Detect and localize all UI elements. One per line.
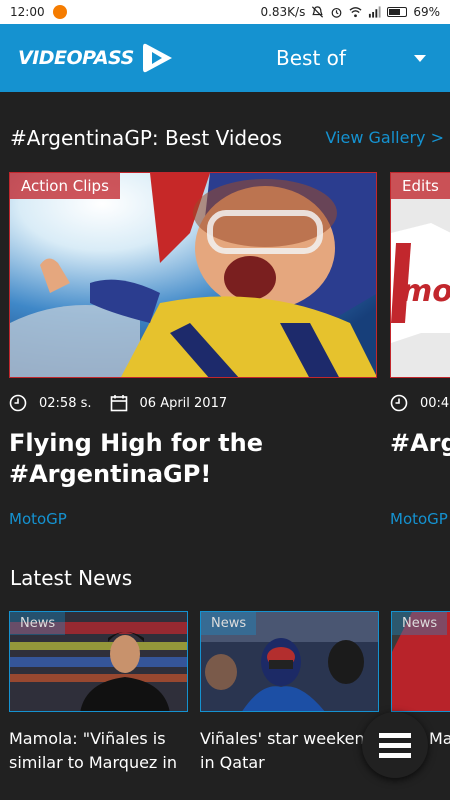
latest-news-title: Latest News [10,566,133,590]
video-title[interactable]: Flying High for the #ArgentinaGP! [9,428,369,490]
video-card[interactable]: Action Clips 02:58 s. 06 April 2017 Flyi… [9,172,379,542]
category-tag: Edits [391,173,450,199]
video-card[interactable]: mo Edits 00:46 #Arge MotoGP [390,172,450,542]
news-tag: News [10,612,66,635]
play-logo-icon [142,43,172,73]
gallery-title: #ArgentinaGP: Best Videos [10,126,283,150]
wifi-icon [349,7,362,18]
clock-icon [9,394,27,412]
video-category[interactable]: MotoGP [390,510,448,528]
video-title[interactable]: #Arge [390,428,450,459]
section-label: Best of [276,46,346,70]
network-speed: 0.83K/s [260,5,306,19]
menu-icon [379,732,411,758]
news-title[interactable]: Mamola: "Viñales is similar to Marquez i… [9,727,188,775]
notification-icon [52,5,67,19]
battery-icon [387,7,408,17]
video-thumbnail[interactable]: Action Clips [9,172,377,378]
news-tag: News [201,612,257,635]
news-thumbnail[interactable]: News [391,611,450,712]
status-bar: 12:00 0.83K/s 69% [0,0,450,24]
video-duration: 02:58 s. [39,395,92,411]
clock-icon [390,394,408,412]
video-date-group: 06 April 2017 [110,394,228,412]
status-time: 12:00 [10,5,45,19]
news-thumbnail[interactable]: News [9,611,188,712]
section-dropdown[interactable]: Best of [240,24,440,92]
app-bar: VIDEOPASS Best of [0,24,450,92]
videopass-logo[interactable]: VIDEOPASS [18,42,176,74]
video-date: 06 April 2017 [139,395,228,411]
battery-percent: 69% [413,5,440,19]
caret-down-icon [414,55,426,62]
news-thumbnail[interactable]: News [200,611,379,712]
logo-text: VIDEOPASS [18,47,134,69]
svg-text:mo: mo [401,274,450,309]
video-thumbnail[interactable]: mo Edits [390,172,450,378]
skydiver-image [10,173,376,377]
gallery-header: #ArgentinaGP: Best Videos View Gallery > [0,118,450,158]
menu-button[interactable] [362,712,428,778]
category-tag: Action Clips [10,173,120,199]
view-gallery-link[interactable]: View Gallery > [325,128,444,147]
motogp-banner-image: mo [391,173,450,377]
video-meta: 00:46 [390,394,450,412]
video-meta: 02:58 s. 06 April 2017 [9,394,227,412]
video-category[interactable]: MotoGP [9,510,67,528]
news-title[interactable]: Viñales' star weekend in Qatar [200,727,379,775]
video-duration: 00:46 [420,395,450,411]
news-tag: News [392,612,448,635]
mute-icon [312,6,324,18]
alarm-icon [331,7,342,18]
calendar-icon [110,395,127,412]
signal-icon [369,6,381,18]
